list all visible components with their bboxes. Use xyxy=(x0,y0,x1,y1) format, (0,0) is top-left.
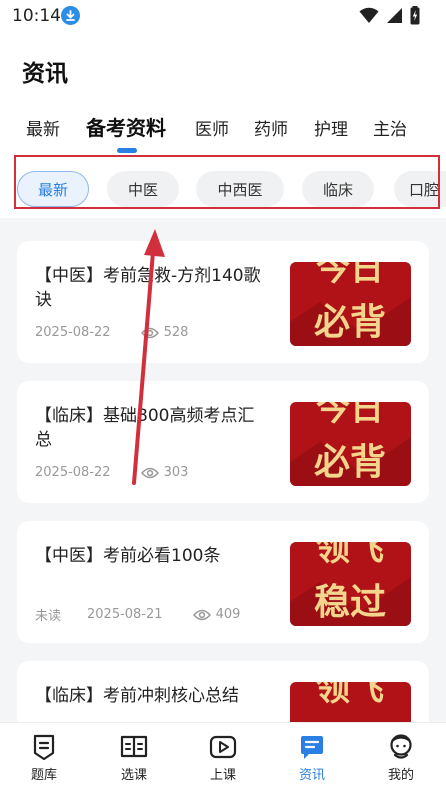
article-view-count: 303 xyxy=(163,465,189,480)
article-date: 2025-08-22 xyxy=(35,325,111,340)
status-time: 10:14 xyxy=(12,6,61,26)
tab-pharmacist[interactable]: 药师 xyxy=(254,115,288,140)
download-icon xyxy=(61,6,80,25)
article-card[interactable]: 【临床】基础800高频考点汇总 2025-08-22 303 今日 必背 xyxy=(17,381,429,503)
eye-icon xyxy=(140,467,159,478)
article-title: 【临床】基础800高频考点汇总 xyxy=(35,406,255,450)
news-icon xyxy=(301,736,323,759)
article-read-status: 未读 xyxy=(35,609,62,624)
eye-icon xyxy=(192,609,211,620)
article-card[interactable]: 【中医】考前急救-方剂140歌诀 2025-08-22 528 今日 必背 xyxy=(17,241,429,363)
nav-news[interactable]: 资讯 xyxy=(277,733,347,783)
article-date: 2025-08-21 xyxy=(87,607,163,622)
question-bank-icon xyxy=(33,734,55,761)
thumb-text-line1: 今日 xyxy=(316,262,384,289)
active-tab-indicator xyxy=(117,148,137,153)
eye-icon xyxy=(140,327,159,338)
chip-dental[interactable]: 口腔 xyxy=(394,171,446,207)
tab-exam-materials[interactable]: 备考资料 xyxy=(86,112,166,141)
nav-course-select[interactable]: 选课 xyxy=(99,733,169,783)
article-views: 303 xyxy=(140,465,189,480)
article-view-count: 409 xyxy=(215,607,241,622)
article-title: 【临床】考前冲刺核心总结 xyxy=(35,686,239,706)
course-select-icon xyxy=(120,735,148,758)
article-title: 【中医】考前必看100条 xyxy=(35,546,221,566)
article-views: 528 xyxy=(140,325,189,340)
signal-icon xyxy=(387,8,402,23)
nav-profile[interactable]: 我的 xyxy=(366,733,436,783)
bottom-nav: 题库 选课 上课 资讯 我的 xyxy=(0,722,446,793)
article-title: 【中医】考前急救-方剂140歌诀 xyxy=(35,266,261,310)
article-meta: 未读 2025-08-21 409 xyxy=(35,605,240,624)
thumb-text-line1: 今日 xyxy=(316,402,384,429)
tab-latest[interactable]: 最新 xyxy=(26,115,60,140)
header-area: 资讯 最新 备考资料 医师 药师 护理 主治 最新 中医 中西医 临床 口腔 xyxy=(0,32,446,218)
article-meta: 2025-08-22 303 xyxy=(35,465,188,480)
article-thumbnail: 领飞 稳过 xyxy=(290,542,411,626)
nav-label: 我的 xyxy=(387,768,414,783)
wifi-icon xyxy=(359,7,379,23)
tab-nursing[interactable]: 护理 xyxy=(314,115,348,140)
article-date: 2025-08-22 xyxy=(35,465,111,480)
thumb-text-line2: 必背 xyxy=(314,442,386,483)
nav-label: 资讯 xyxy=(298,768,325,783)
nav-label: 上课 xyxy=(209,768,236,783)
tab-physician[interactable]: 医师 xyxy=(195,115,229,140)
thumb-text-line1: 领飞 xyxy=(316,542,384,569)
thumb-text-line2: 必背 xyxy=(314,302,386,343)
chip-clinical[interactable]: 临床 xyxy=(302,171,374,207)
article-meta: 2025-08-22 528 xyxy=(35,325,188,340)
nav-attend-class[interactable]: 上课 xyxy=(188,733,258,783)
profile-icon xyxy=(390,734,412,759)
thumb-text-line2: 稳过 xyxy=(314,582,386,623)
nav-label: 题库 xyxy=(30,768,57,783)
thumb-text-line1: 领飞 xyxy=(316,682,384,709)
status-bar: 10:14 xyxy=(0,0,446,32)
chip-integrated-medicine[interactable]: 中西医 xyxy=(196,171,284,207)
article-thumbnail: 今日 必背 xyxy=(290,402,411,486)
chip-tcm[interactable]: 中医 xyxy=(107,171,179,207)
page-title: 资讯 xyxy=(22,61,68,87)
article-card[interactable]: 【中医】考前必看100条 未读 2025-08-21 409 领飞 稳过 xyxy=(17,521,429,643)
tab-attending[interactable]: 主治 xyxy=(373,115,407,140)
article-view-count: 528 xyxy=(163,325,189,340)
nav-question-bank[interactable]: 题库 xyxy=(9,733,79,783)
article-views: 409 xyxy=(192,607,241,622)
chip-latest[interactable]: 最新 xyxy=(17,171,89,207)
play-class-icon xyxy=(209,735,237,759)
article-thumbnail: 今日 必背 xyxy=(290,262,411,346)
battery-icon xyxy=(410,6,420,25)
nav-label: 选课 xyxy=(120,768,147,783)
